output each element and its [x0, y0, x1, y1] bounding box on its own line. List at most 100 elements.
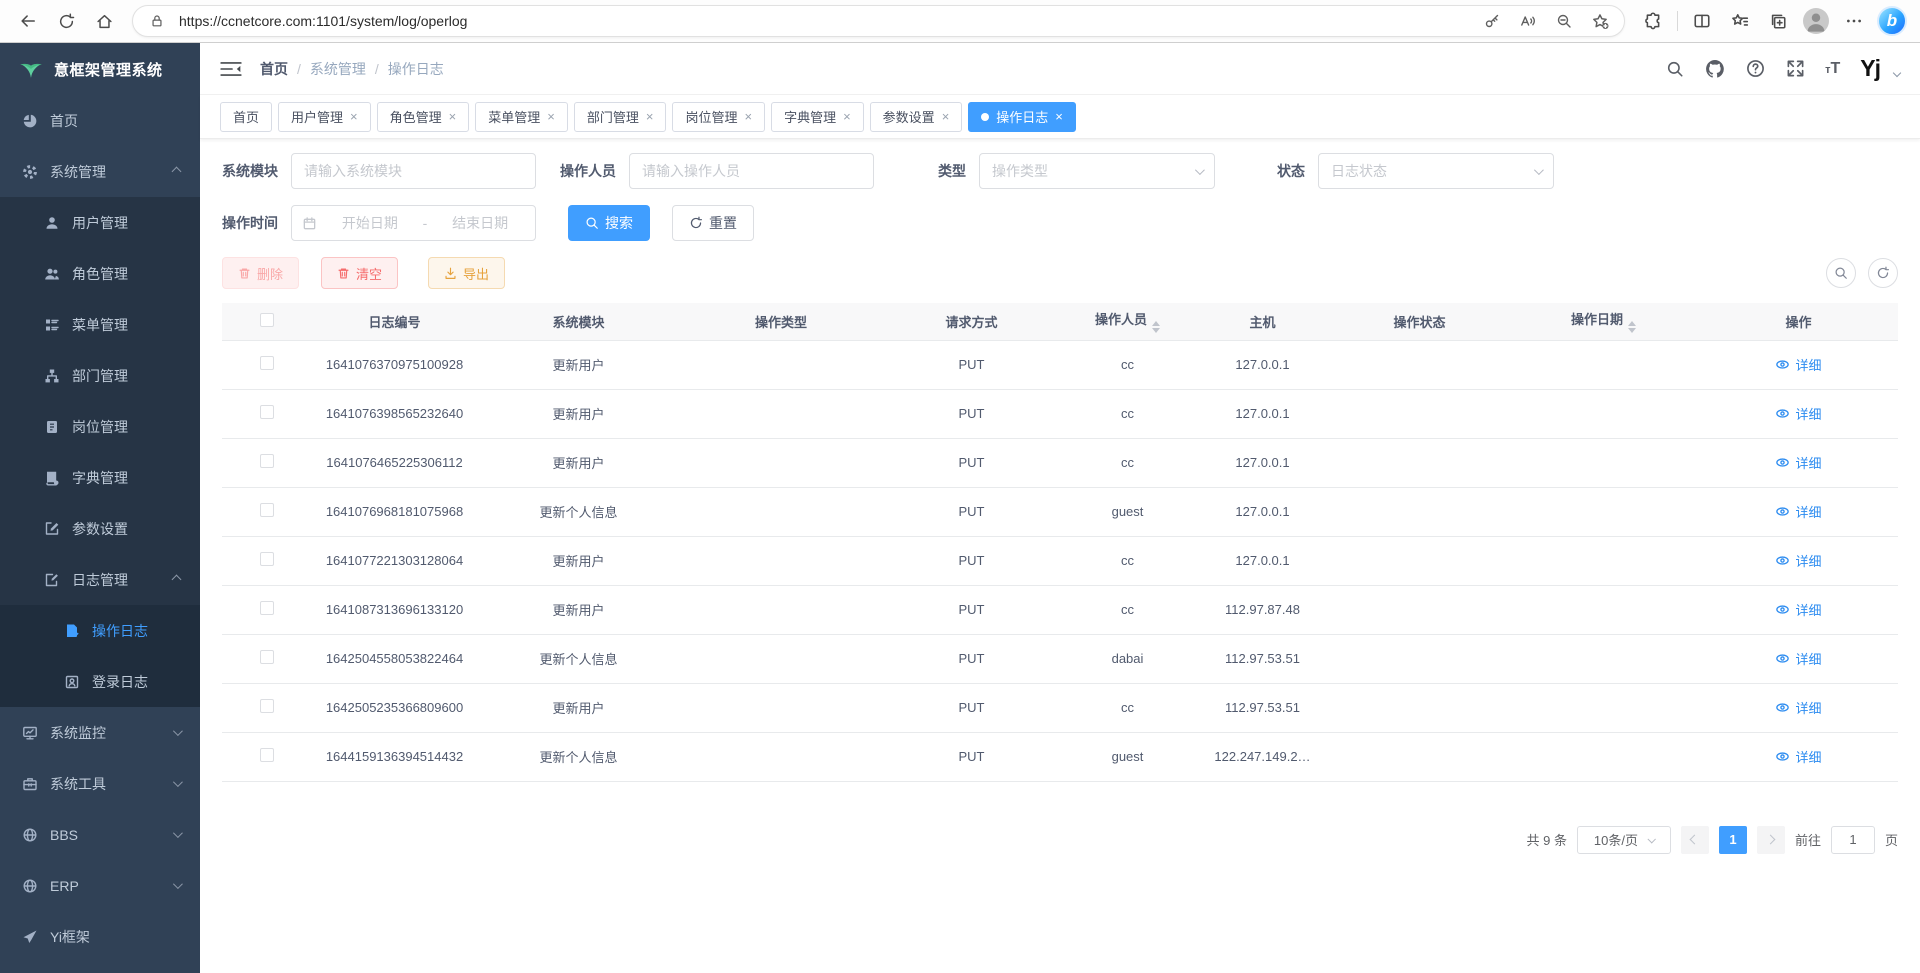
- tab-home[interactable]: 首页: [220, 102, 272, 132]
- type-select[interactable]: 操作类型: [979, 153, 1215, 189]
- clear-button[interactable]: 清空: [321, 257, 398, 289]
- sidebar-item-post-management[interactable]: 岗位管理: [0, 401, 200, 452]
- detail-link[interactable]: 详细: [1775, 747, 1821, 766]
- font-size-icon[interactable]: тT: [1825, 60, 1840, 78]
- row-checkbox[interactable]: [260, 650, 274, 664]
- row-checkbox[interactable]: [260, 699, 274, 713]
- module-input[interactable]: [291, 153, 536, 189]
- close-icon[interactable]: ×: [744, 110, 752, 123]
- select-all-checkbox[interactable]: [260, 313, 274, 327]
- tab-user-management[interactable]: 用户管理×: [278, 102, 371, 132]
- sidebar-item-parameter-settings[interactable]: 参数设置: [0, 503, 200, 554]
- sidebar-item-user-management[interactable]: 用户管理: [0, 197, 200, 248]
- sidebar-item-erp[interactable]: ERP: [0, 860, 200, 911]
- address-bar[interactable]: https://ccnetcore.com:1101/system/log/op…: [132, 5, 1625, 37]
- row-checkbox[interactable]: [260, 503, 274, 517]
- browser-refresh-button[interactable]: [48, 4, 84, 38]
- prev-page-button[interactable]: [1681, 826, 1709, 854]
- sidebar-item-system-management[interactable]: 系统管理: [0, 146, 200, 197]
- row-checkbox[interactable]: [260, 356, 274, 370]
- favorites-bar-icon[interactable]: [1722, 4, 1758, 38]
- detail-link[interactable]: 详细: [1775, 551, 1821, 570]
- breadcrumb-home[interactable]: 首页: [260, 59, 288, 79]
- refresh-table-button[interactable]: [1868, 258, 1898, 288]
- browser-back-button[interactable]: [10, 4, 46, 38]
- tab-parameter-settings[interactable]: 参数设置×: [870, 102, 963, 132]
- close-icon[interactable]: ×: [1055, 110, 1063, 123]
- close-icon[interactable]: ×: [449, 110, 457, 123]
- row-checkbox[interactable]: [260, 454, 274, 468]
- goto-page-input[interactable]: [1831, 826, 1875, 854]
- row-checkbox[interactable]: [260, 601, 274, 615]
- status-select[interactable]: 日志状态: [1318, 153, 1554, 189]
- export-button[interactable]: 导出: [428, 257, 505, 289]
- detail-link[interactable]: 详细: [1775, 698, 1821, 717]
- sidebar-item-login-log[interactable]: 登录日志: [0, 656, 200, 707]
- sidebar-item-operation-log[interactable]: 操作日志: [0, 605, 200, 656]
- browser-settings-more-icon[interactable]: [1836, 4, 1872, 38]
- browser-profile-avatar[interactable]: [1798, 4, 1834, 38]
- sidebar-item-system-tools[interactable]: 系统工具: [0, 758, 200, 809]
- sidebar-item-role-management[interactable]: 角色管理: [0, 248, 200, 299]
- sort-carets-icon[interactable]: [1628, 321, 1636, 333]
- user-avatar[interactable]: Yj: [1860, 55, 1880, 82]
- sidebar-item-dictionary-management[interactable]: 字典管理: [0, 452, 200, 503]
- tab-operation-log[interactable]: 操作日志×: [968, 102, 1076, 132]
- caret-down-icon[interactable]: [1893, 68, 1901, 76]
- sidebar-item-home[interactable]: 首页: [0, 95, 200, 146]
- sidebar-item-system-monitor[interactable]: 系统监控: [0, 707, 200, 758]
- help-icon[interactable]: [1745, 59, 1765, 79]
- close-icon[interactable]: ×: [843, 110, 851, 123]
- close-icon[interactable]: ×: [646, 110, 654, 123]
- sidebar-item-log-management[interactable]: 日志管理: [0, 554, 200, 605]
- close-icon[interactable]: ×: [547, 110, 555, 123]
- col-date[interactable]: 操作日期: [1508, 303, 1699, 340]
- date-range-picker[interactable]: 开始日期 - 结束日期: [291, 205, 536, 241]
- sidebar-item-menu-management[interactable]: 菜单管理: [0, 299, 200, 350]
- lock-icon[interactable]: [143, 7, 171, 35]
- header-search-icon[interactable]: [1665, 59, 1685, 79]
- operator-input[interactable]: [629, 153, 874, 189]
- close-icon[interactable]: ×: [350, 110, 358, 123]
- next-page-button[interactable]: [1757, 826, 1785, 854]
- password-key-icon[interactable]: [1478, 7, 1506, 35]
- breadcrumb-system[interactable]: 系统管理: [310, 59, 366, 79]
- delete-button[interactable]: 删除: [222, 257, 299, 289]
- extensions-puzzle-icon[interactable]: [1635, 4, 1671, 38]
- detail-link[interactable]: 详细: [1775, 502, 1821, 521]
- row-checkbox[interactable]: [260, 552, 274, 566]
- toggle-search-button[interactable]: [1826, 258, 1856, 288]
- reset-button[interactable]: 重置: [672, 205, 754, 241]
- tab-role-management[interactable]: 角色管理×: [377, 102, 470, 132]
- add-favorite-star-icon[interactable]: [1586, 7, 1614, 35]
- current-page[interactable]: 1: [1719, 826, 1747, 854]
- zoom-out-icon[interactable]: [1550, 7, 1578, 35]
- detail-link[interactable]: 详细: [1775, 453, 1821, 472]
- tab-menu-management[interactable]: 菜单管理×: [475, 102, 568, 132]
- browser-home-button[interactable]: [86, 4, 122, 38]
- github-icon[interactable]: [1705, 59, 1725, 79]
- split-screen-icon[interactable]: [1684, 4, 1720, 38]
- row-checkbox[interactable]: [260, 405, 274, 419]
- page-size-select[interactable]: 10条/页: [1577, 826, 1671, 854]
- col-operator[interactable]: 操作人员: [1061, 303, 1194, 340]
- tab-post-management[interactable]: 岗位管理×: [672, 102, 765, 132]
- tab-dictionary-management[interactable]: 字典管理×: [771, 102, 864, 132]
- detail-link[interactable]: 详细: [1775, 600, 1821, 619]
- fullscreen-icon[interactable]: [1785, 59, 1805, 79]
- app-logo[interactable]: 意框架管理系统: [0, 43, 200, 95]
- read-aloud-icon[interactable]: [1514, 7, 1542, 35]
- detail-link[interactable]: 详细: [1775, 404, 1821, 423]
- copilot-bing-icon[interactable]: b: [1874, 4, 1910, 38]
- collections-icon[interactable]: [1760, 4, 1796, 38]
- search-button[interactable]: 搜索: [568, 205, 650, 241]
- sidebar-item-bbs[interactable]: BBS: [0, 809, 200, 860]
- url-text[interactable]: https://ccnetcore.com:1101/system/log/op…: [179, 13, 1470, 29]
- detail-link[interactable]: 详细: [1775, 355, 1821, 374]
- row-checkbox[interactable]: [260, 748, 274, 762]
- sort-carets-icon[interactable]: [1152, 321, 1160, 333]
- detail-link[interactable]: 详细: [1775, 649, 1821, 668]
- close-icon[interactable]: ×: [942, 110, 950, 123]
- tab-department-management[interactable]: 部门管理×: [574, 102, 667, 132]
- sidebar-item-yi-framework[interactable]: Yi框架: [0, 911, 200, 962]
